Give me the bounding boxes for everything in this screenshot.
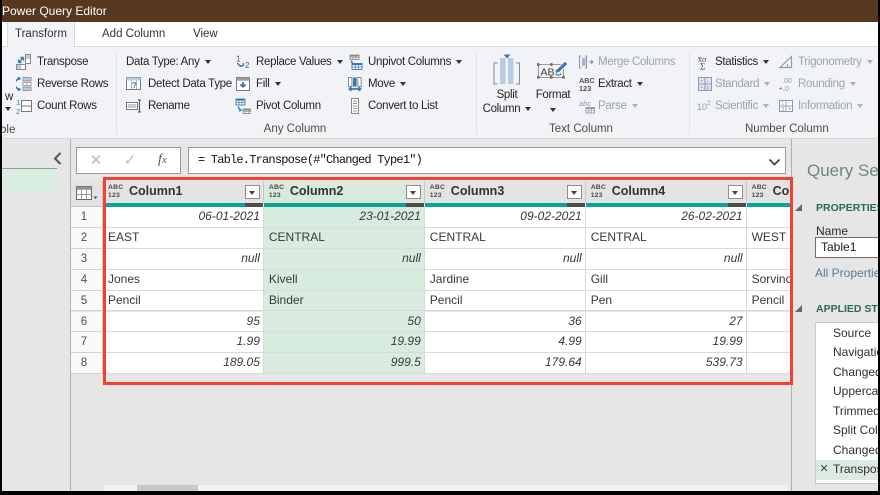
svg-text:+: + — [788, 106, 792, 113]
svg-text:abc: abc — [579, 99, 591, 108]
svg-text:1: 1 — [16, 98, 20, 107]
svg-text:x: x — [707, 86, 710, 92]
svg-text:1: 1 — [236, 55, 241, 64]
svg-text:3: 3 — [781, 107, 784, 113]
svg-text:-: - — [707, 79, 709, 85]
svg-text:Σ: Σ — [700, 62, 705, 71]
svg-text:+: + — [700, 79, 704, 85]
svg-text:?: ? — [132, 80, 137, 90]
svg-text:10: 10 — [697, 102, 707, 112]
svg-text:.00: .00 — [782, 78, 792, 85]
svg-text:2: 2 — [707, 100, 711, 107]
svg-text:2: 2 — [16, 107, 20, 114]
svg-text:123: 123 — [579, 84, 591, 92]
svg-text:.0: .0 — [783, 86, 789, 92]
svg-text:2: 2 — [245, 61, 250, 70]
